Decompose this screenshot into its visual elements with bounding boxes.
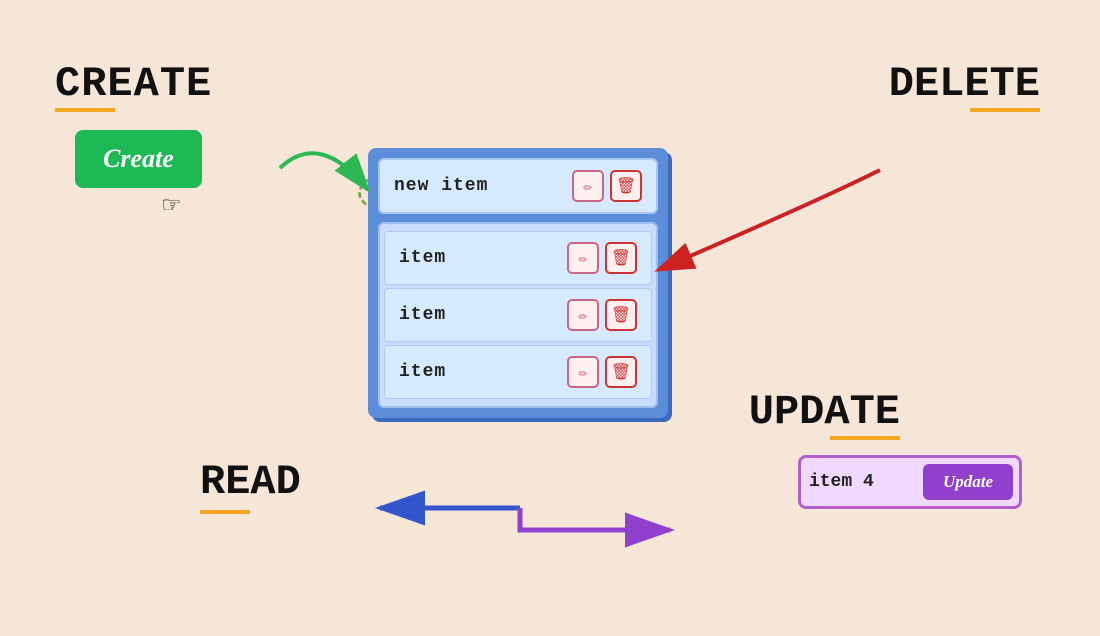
delete-underline	[970, 108, 1040, 112]
new-item-delete-button[interactable]: 🗑	[610, 170, 642, 202]
update-underline	[830, 436, 900, 440]
new-item-actions: ✏ 🗑	[572, 170, 642, 202]
list-container: new item ✏ 🗑 item ✏ 🗑 item ✏ 🗑 item ✏ �	[368, 148, 668, 418]
table-row: item ✏ 🗑	[384, 345, 652, 399]
item-1-delete-button[interactable]: 🗑	[605, 242, 637, 274]
create-button[interactable]: Create	[75, 130, 202, 188]
table-row: item ✏ 🗑	[384, 231, 652, 285]
item-1-edit-button[interactable]: ✏	[567, 242, 599, 274]
delete-label: DELETE	[889, 60, 1040, 108]
read-label: READ	[200, 458, 301, 506]
update-input-field[interactable]	[807, 468, 917, 496]
new-item-row: new item ✏ 🗑	[378, 158, 658, 214]
update-button[interactable]: Update	[923, 464, 1013, 500]
new-item-edit-button[interactable]: ✏	[572, 170, 604, 202]
create-label: CREATE	[55, 60, 212, 108]
item-3-edit-button[interactable]: ✏	[567, 356, 599, 388]
item-2-delete-button[interactable]: 🗑	[605, 299, 637, 331]
item-text-3: item	[399, 362, 446, 382]
items-section: item ✏ 🗑 item ✏ 🗑 item ✏ 🗑	[378, 222, 658, 408]
item-3-actions: ✏ 🗑	[567, 356, 637, 388]
create-underline	[55, 108, 115, 112]
item-text-1: item	[399, 248, 446, 268]
item-text-2: item	[399, 305, 446, 325]
item-2-actions: ✏ 🗑	[567, 299, 637, 331]
read-underline	[200, 510, 250, 514]
cursor-icon: ☞	[163, 188, 180, 223]
update-input-container: Update	[798, 455, 1022, 509]
table-row: item ✏ 🗑	[384, 288, 652, 342]
item-2-edit-button[interactable]: ✏	[567, 299, 599, 331]
item-1-actions: ✏ 🗑	[567, 242, 637, 274]
update-label: UPDATE	[749, 388, 900, 436]
new-item-text: new item	[394, 176, 488, 196]
item-3-delete-button[interactable]: 🗑	[605, 356, 637, 388]
